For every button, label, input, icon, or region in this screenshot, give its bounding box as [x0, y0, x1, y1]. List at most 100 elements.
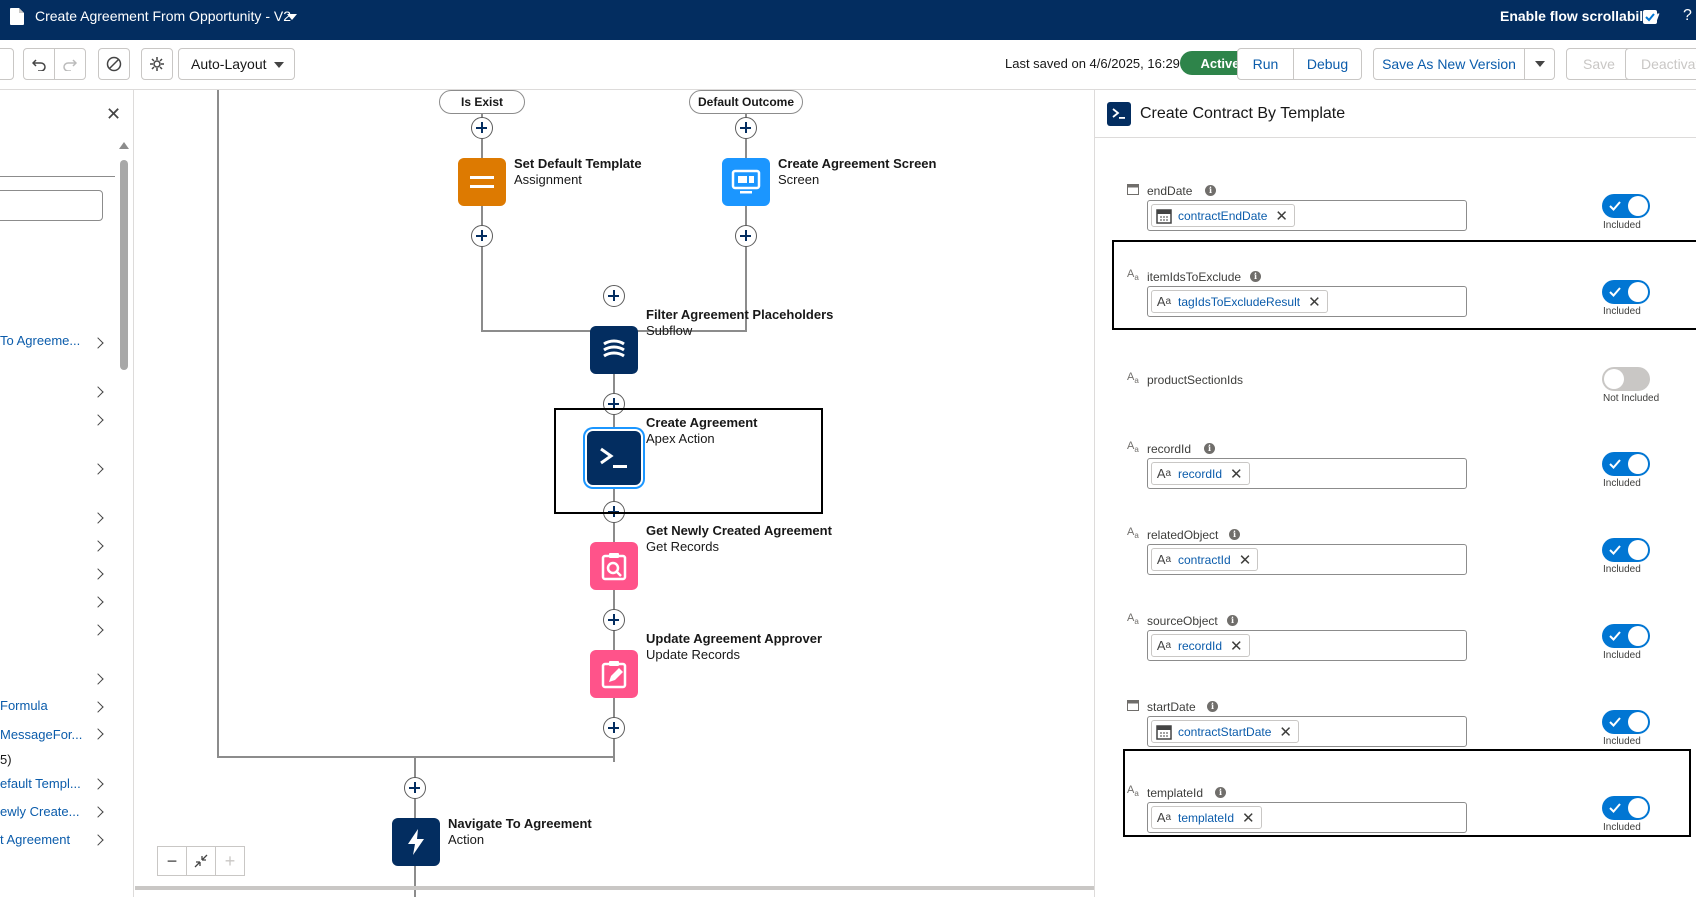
flow-menu-chevron-down-icon[interactable] — [287, 14, 297, 20]
add-element-button[interactable] — [603, 717, 625, 739]
toolbar-partial-button[interactable] — [0, 48, 14, 80]
chevron-right-icon[interactable] — [92, 512, 104, 524]
info-icon[interactable]: i — [1205, 185, 1216, 196]
toolbox-item[interactable]: To Agreeme... — [0, 333, 80, 348]
include-toggle[interactable] — [1602, 367, 1650, 391]
include-toggle[interactable] — [1602, 452, 1650, 476]
info-icon[interactable]: i — [1204, 443, 1215, 454]
help-icon[interactable]: ? — [1683, 7, 1692, 25]
include-toggle[interactable] — [1602, 624, 1650, 648]
remove-icon[interactable]: ✕ — [1230, 465, 1243, 483]
info-icon[interactable]: i — [1207, 701, 1218, 712]
include-toggle[interactable] — [1602, 280, 1650, 304]
scrollability-checkbox[interactable] — [1643, 10, 1657, 24]
info-icon[interactable]: i — [1215, 787, 1226, 798]
fit-view-button[interactable] — [186, 846, 216, 876]
scroll-up-icon[interactable] — [119, 142, 129, 149]
remove-icon[interactable]: ✕ — [1230, 637, 1243, 655]
flow-title: Create Agreement From Opportunity - V2 — [35, 8, 291, 24]
remove-icon[interactable]: ✕ — [1242, 809, 1255, 827]
info-icon[interactable]: i — [1227, 615, 1238, 626]
add-element-button[interactable] — [735, 225, 757, 247]
close-icon[interactable]: ✕ — [106, 104, 121, 125]
settings-button[interactable] — [141, 48, 173, 80]
resource-pill[interactable]: Aa tagIdsToExcludeResult ✕ — [1151, 290, 1328, 313]
resource-pill[interactable]: contractEndDate ✕ — [1151, 204, 1295, 227]
chevron-right-icon[interactable] — [92, 337, 104, 349]
param-value-field[interactable]: Aa contractId ✕ — [1147, 544, 1467, 575]
action-icon[interactable] — [392, 818, 440, 866]
include-toggle[interactable] — [1602, 710, 1650, 734]
param-value-field[interactable]: Aa tagIdsToExcludeResult ✕ — [1147, 286, 1467, 317]
chevron-right-icon[interactable] — [92, 540, 104, 552]
add-element-button[interactable] — [735, 117, 757, 139]
get-records-icon[interactable] — [590, 542, 638, 590]
assignment-icon[interactable] — [458, 158, 506, 206]
remove-icon[interactable]: ✕ — [1239, 551, 1252, 569]
redo-button[interactable] — [54, 48, 86, 80]
apex-action-icon[interactable] — [587, 431, 641, 485]
remove-icon[interactable]: ✕ — [1279, 723, 1292, 741]
horizontal-scrollbar[interactable] — [135, 886, 1094, 890]
toolbox-item[interactable]: ewly Create... — [0, 804, 79, 819]
add-element-button[interactable] — [471, 225, 493, 247]
zoom-in-button[interactable]: + — [215, 846, 245, 876]
flow-canvas[interactable]: Is Exist Default Outcome Set Default Tem… — [135, 90, 1094, 897]
toolbox-item[interactable]: MessageFor... — [0, 727, 82, 742]
add-element-button[interactable] — [471, 117, 493, 139]
outcome-label[interactable]: Is Exist — [439, 90, 525, 114]
scrollbar[interactable] — [119, 142, 129, 897]
resource-pill[interactable]: Aa recordId ✕ — [1151, 634, 1250, 657]
update-records-icon[interactable] — [590, 650, 638, 698]
save-new-version-button[interactable]: Save As New Version — [1373, 48, 1525, 80]
remove-icon[interactable]: ✕ — [1275, 207, 1288, 225]
param-value-field[interactable]: Aa recordId ✕ — [1147, 458, 1467, 489]
toolbox-item[interactable]: efault Templ... — [0, 776, 81, 791]
scrollbar-thumb[interactable] — [120, 160, 128, 370]
resource-pill[interactable]: Aa contractId ✕ — [1151, 548, 1259, 571]
debug-button[interactable]: Debug — [1293, 48, 1362, 80]
undo-button[interactable] — [23, 48, 55, 80]
save-options-button[interactable] — [1524, 48, 1555, 80]
resource-pill[interactable]: Aa recordId ✕ — [1151, 462, 1250, 485]
toolbox-item[interactable]: Formula — [0, 698, 48, 713]
chevron-right-icon[interactable] — [92, 728, 104, 740]
include-toggle[interactable] — [1602, 538, 1650, 562]
chevron-right-icon[interactable] — [92, 414, 104, 426]
include-toggle[interactable] — [1602, 796, 1650, 820]
run-button[interactable]: Run — [1237, 48, 1294, 80]
info-icon[interactable]: i — [1250, 271, 1261, 282]
chevron-right-icon[interactable] — [92, 834, 104, 846]
param-value-field[interactable]: Aa templateId ✕ — [1147, 802, 1467, 833]
chevron-right-icon[interactable] — [92, 778, 104, 790]
search-input[interactable] — [0, 190, 103, 221]
toolbox-item[interactable]: t Agreement — [0, 832, 70, 847]
info-icon[interactable]: i — [1229, 529, 1240, 540]
add-element-button[interactable] — [603, 609, 625, 631]
outcome-label[interactable]: Default Outcome — [689, 90, 803, 114]
save-button[interactable]: Save — [1566, 48, 1632, 80]
resource-pill[interactable]: contractStartDate ✕ — [1151, 720, 1299, 743]
include-toggle[interactable] — [1602, 194, 1650, 218]
layout-select[interactable]: Auto-Layout — [178, 48, 295, 80]
param-value-field[interactable]: contractStartDate ✕ — [1147, 716, 1467, 747]
chevron-right-icon[interactable] — [92, 568, 104, 580]
remove-icon[interactable]: ✕ — [1308, 293, 1321, 311]
add-element-button[interactable] — [404, 777, 426, 799]
zoom-out-button[interactable]: − — [157, 846, 187, 876]
chevron-right-icon[interactable] — [92, 624, 104, 636]
deactivate-button[interactable]: Deactivate — [1625, 48, 1696, 80]
resource-pill[interactable]: Aa templateId ✕ — [1151, 806, 1262, 829]
chevron-right-icon[interactable] — [92, 806, 104, 818]
chevron-right-icon[interactable] — [92, 673, 104, 685]
add-element-button[interactable] — [603, 285, 625, 307]
chevron-right-icon[interactable] — [92, 386, 104, 398]
chevron-right-icon[interactable] — [92, 463, 104, 475]
screen-icon[interactable] — [722, 158, 770, 206]
subflow-icon[interactable] — [590, 326, 638, 374]
chevron-right-icon[interactable] — [92, 596, 104, 608]
chevron-right-icon[interactable] — [92, 701, 104, 713]
param-value-field[interactable]: contractEndDate ✕ — [1147, 200, 1467, 231]
param-value-field[interactable]: Aa recordId ✕ — [1147, 630, 1467, 661]
errors-button[interactable] — [98, 48, 130, 80]
